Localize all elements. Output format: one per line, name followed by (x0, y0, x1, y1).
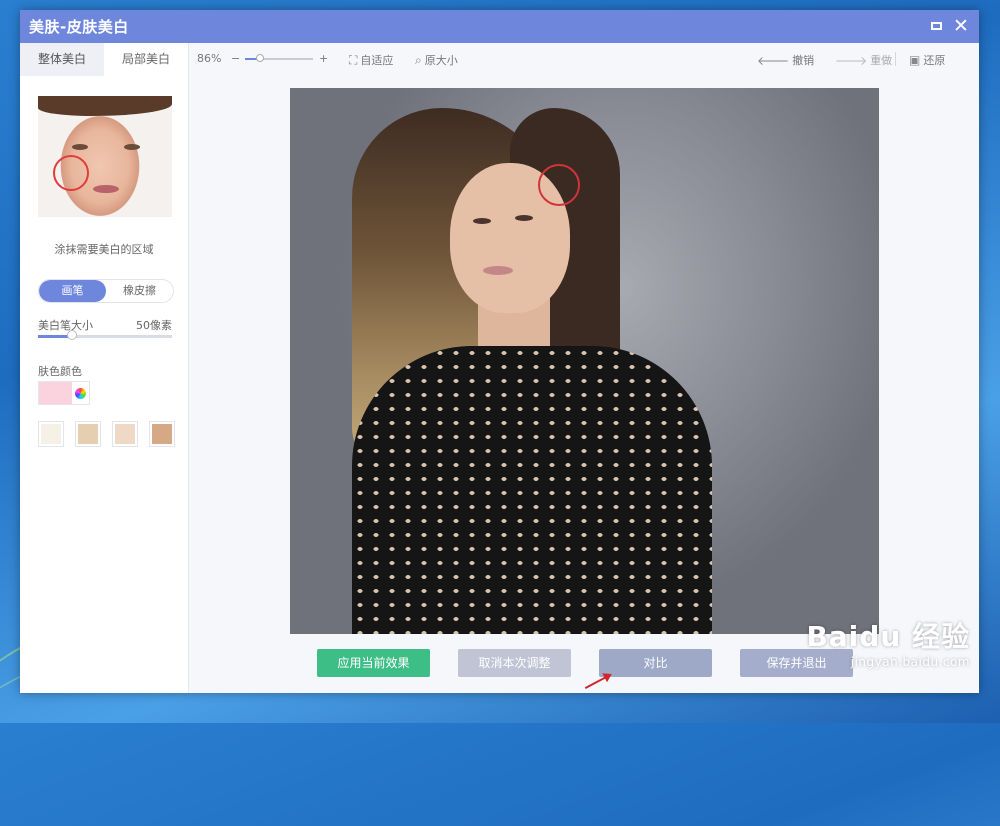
swatch-color (41, 424, 61, 444)
window-title: 美肤-皮肤美白 (29, 18, 129, 36)
swatch-color (115, 424, 135, 444)
brush-size-value: 50像素 (136, 319, 172, 332)
redo-button[interactable]: 🡒 重做 (835, 52, 892, 68)
skin-color-swatch[interactable] (149, 421, 175, 447)
current-color-swatch (39, 382, 72, 404)
brush-size-slider[interactable] (38, 330, 172, 340)
toolbar: 86% − + ⛶ 自适应 ⌕ 原大小 🡐 撤销 🡒 重做 ▣ 还原 (189, 43, 979, 73)
fit-icon: ⛶ (349, 52, 358, 67)
face-hair (38, 96, 172, 116)
brush-button[interactable]: 画笔 (39, 280, 106, 302)
swatch-color (78, 424, 98, 444)
maximize-button[interactable] (927, 16, 947, 36)
magnifier-icon: ⌕ (415, 52, 422, 67)
fit-label: 自适应 (360, 54, 394, 67)
face-eye (124, 144, 140, 150)
compare-button[interactable]: 对比 (599, 649, 712, 677)
brush-size-knob[interactable] (66, 330, 77, 340)
original-size-button[interactable]: ⌕ 原大小 (415, 52, 458, 68)
fit-button[interactable]: ⛶ 自适应 (349, 52, 393, 68)
brush-cursor-circle (538, 164, 580, 206)
photo-mouth (483, 266, 513, 275)
skin-color-presets (38, 421, 175, 447)
eraser-button[interactable]: 橡皮擦 (106, 280, 173, 302)
cancel-adjustment-button[interactable]: 取消本次调整 (458, 649, 571, 677)
zoom-slider-knob[interactable] (255, 54, 264, 62)
zoom-slider[interactable] (245, 54, 313, 62)
photo-eye (473, 218, 491, 224)
skin-color-swatch[interactable] (75, 421, 101, 447)
undo-button[interactable]: 🡐 撤销 (757, 52, 814, 68)
brush-area-circle (53, 155, 89, 191)
skin-whitening-window: 美肤-皮肤美白 ✕ 整体美白 局部美白 涂抹需要美白的区域 画笔 橡皮擦 美白笔… (20, 10, 979, 693)
brush-mode-switch: 画笔 橡皮擦 (38, 279, 174, 303)
close-button[interactable]: ✕ (951, 16, 971, 36)
photo-canvas[interactable] (290, 88, 879, 634)
restore-button[interactable]: ▣ 还原 (909, 52, 945, 68)
color-wheel-icon (75, 387, 86, 399)
apply-effect-button[interactable]: 应用当前效果 (317, 649, 430, 677)
zoom-in-button[interactable]: + (319, 52, 328, 65)
redo-arrow-icon: 🡒 (835, 53, 868, 68)
photo-sweater (352, 346, 712, 634)
example-face-image (38, 96, 172, 217)
watermark-logo: Baidu 经验 (806, 620, 970, 653)
skin-color-label: 肤色颜色 (38, 365, 82, 378)
action-buttons: 应用当前效果 取消本次调整 对比 保存并退出 (317, 649, 853, 677)
mode-tabs: 整体美白 局部美白 (20, 43, 188, 76)
current-skin-color (38, 381, 90, 405)
skin-color-swatch[interactable] (38, 421, 64, 447)
editor-area: 86% − + ⛶ 自适应 ⌕ 原大小 🡐 撤销 🡒 重做 ▣ 还原 应用当前效… (189, 43, 979, 693)
zoom-percent: 86% (197, 52, 222, 65)
brush-hint: 涂抹需要美白的区域 (54, 243, 154, 256)
original-size-label: 原大小 (424, 54, 458, 67)
undo-arrow-icon: 🡐 (757, 53, 790, 68)
image-icon: ▣ (909, 53, 921, 67)
undo-label: 撤销 (792, 54, 815, 67)
restore-label: 还原 (923, 54, 946, 67)
maximize-icon (931, 22, 942, 30)
photo-eye (515, 215, 533, 221)
watermark: Baidu 经验 jingyan.baidu.com (806, 615, 970, 669)
left-panel: 整体美白 局部美白 涂抹需要美白的区域 画笔 橡皮擦 美白笔大小 50像素 肤色… (20, 43, 189, 693)
face-lips (93, 185, 119, 193)
brush-size-label: 美白笔大小 (38, 319, 93, 332)
redo-label: 重做 (870, 54, 893, 67)
swatch-color (152, 424, 172, 444)
skin-color-swatch[interactable] (112, 421, 138, 447)
face-eye (72, 144, 88, 150)
tab-overall-whitening[interactable]: 整体美白 (20, 43, 104, 76)
color-picker-button[interactable] (72, 382, 89, 404)
tab-local-whitening[interactable]: 局部美白 (104, 43, 188, 76)
watermark-url: jingyan.baidu.com (850, 655, 970, 669)
title-bar: 美肤-皮肤美白 ✕ (20, 10, 979, 43)
zoom-out-button[interactable]: − (231, 52, 240, 65)
toolbar-divider (895, 52, 896, 66)
close-icon: ✕ (953, 15, 969, 37)
